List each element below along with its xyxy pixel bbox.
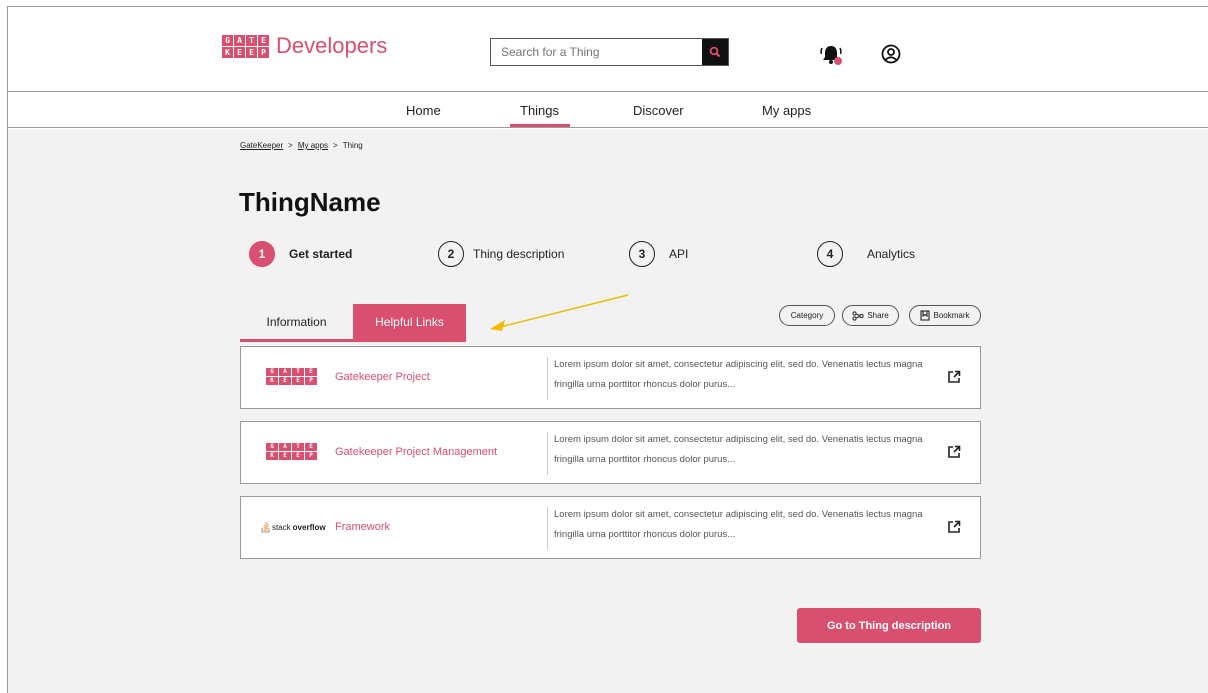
logo-letter: E [305, 443, 317, 451]
stackoverflow-text-bold: overflow [292, 523, 326, 532]
logo-letter: T [246, 34, 257, 46]
step-api[interactable]: 3 API [629, 241, 688, 267]
link-description: Lorem ipsum dolor sit amet, consectetur … [554, 359, 923, 390]
app-frame: G A T E K E E P Developers Search for a … [7, 6, 1208, 693]
breadcrumb-separator: > [333, 141, 338, 150]
stackoverflow-text-light: stack [272, 523, 291, 532]
external-link-icon[interactable] [946, 369, 962, 385]
card-divider [547, 357, 548, 400]
bell-icon[interactable] [818, 42, 844, 68]
brand-title: Developers [276, 33, 388, 58]
breadcrumb-gatekeeper[interactable]: GateKeeper [240, 141, 283, 150]
logo-letter: P [258, 46, 269, 58]
card-divider [547, 432, 548, 475]
step-label: Get started [289, 247, 353, 261]
stackoverflow-mark-icon [261, 522, 270, 533]
external-link-icon[interactable] [946, 519, 962, 535]
breadcrumb-separator: > [288, 141, 293, 150]
logo-letter: E [292, 377, 304, 385]
logo-letter: T [292, 443, 304, 451]
logo-letter: G [222, 34, 233, 46]
step-label: Analytics [867, 247, 916, 261]
step-number: 4 [817, 241, 843, 267]
logo-letter: G [266, 368, 278, 376]
category-button[interactable]: Category [779, 305, 835, 326]
share-icon [852, 310, 864, 321]
breadcrumb-current: Thing [342, 141, 363, 150]
logo-letter: E [279, 452, 291, 460]
logo-letter: P [305, 377, 317, 385]
logo-letter: E [246, 46, 257, 58]
step-label: Thing description [473, 247, 565, 261]
search-icon [709, 46, 721, 58]
step-label: API [669, 247, 689, 261]
link-description: Lorem ipsum dolor sit amet, consectetur … [554, 434, 923, 465]
logo-letter: E [279, 377, 291, 385]
tab-underline [240, 339, 466, 342]
step-get-started[interactable]: 1 Get started [249, 241, 352, 267]
step-thing-description[interactable]: 2 Thing description [438, 241, 564, 267]
search-button[interactable] [702, 39, 728, 65]
brand-logo[interactable]: G A T E K E E P Developers [222, 33, 387, 59]
logo-letter: E [234, 46, 245, 58]
step-number: 2 [438, 241, 464, 267]
link-title[interactable]: Gatekeeper Project [335, 371, 430, 383]
share-label: Share [867, 311, 889, 320]
nav-item-home[interactable]: Home [406, 103, 441, 118]
link-card[interactable]: G A T E K E E P Gatekeeper Project Manag… [240, 421, 981, 484]
main-nav: Home Things Discover My apps [8, 93, 1208, 128]
logo-letter: A [279, 368, 291, 376]
nav-active-indicator [510, 124, 570, 127]
logo-letter: E [305, 368, 317, 376]
step-number: 3 [629, 241, 655, 267]
tab-information[interactable]: Information [240, 304, 353, 339]
gatekeeper-logo-icon: G A T E K E E P [266, 443, 317, 460]
category-label: Category [790, 311, 824, 320]
main-content: GateKeeper > My apps > Thing ThingName 1 Get… [8, 129, 1208, 693]
header: G A T E K E E P Developers [8, 7, 1208, 92]
logo-letter: K [222, 46, 233, 58]
breadcrumb-my-apps[interactable]: My apps [298, 141, 328, 150]
logo-letter: A [279, 443, 291, 451]
tab-helpful-links[interactable]: Helpful Links [353, 304, 466, 339]
gatekeeper-logo-icon: G A T E K E E P [266, 368, 317, 385]
card-divider [547, 507, 548, 550]
nav-item-my-apps[interactable]: My apps [762, 103, 811, 118]
nav-item-discover[interactable]: Discover [633, 103, 684, 118]
logo-letter: E [258, 34, 269, 46]
link-title[interactable]: Gatekeeper Project Management [335, 446, 497, 458]
logo-letter: T [292, 368, 304, 376]
gatekeeper-logo-icon: G A T E K E E P [222, 34, 269, 58]
stackoverflow-logo-icon: stack overflow [261, 519, 326, 533]
breadcrumb: GateKeeper > My apps > Thing [240, 141, 363, 150]
go-to-thing-description-button[interactable]: Go to Thing description [797, 608, 981, 643]
step-number: 1 [249, 241, 275, 267]
nav-item-things[interactable]: Things [520, 103, 559, 118]
user-icon[interactable] [880, 43, 902, 65]
logo-letter: P [305, 452, 317, 460]
logo-letter: A [234, 34, 245, 46]
share-button[interactable]: Share [842, 305, 899, 326]
external-link-icon[interactable] [946, 444, 962, 460]
step-analytics[interactable]: 4 Analytics [817, 241, 915, 267]
logo-letter: E [292, 452, 304, 460]
link-card[interactable]: stack overflow Framework Lorem ipsum dolo… [240, 496, 981, 559]
page-title: ThingName [239, 187, 381, 217]
logo-letter: K [266, 452, 278, 460]
link-card[interactable]: G A T E K E E P Gatekeeper Project Lorem… [240, 346, 981, 409]
search-input[interactable] [491, 39, 702, 65]
logo-letter: G [266, 443, 278, 451]
annotation-arrow-icon [490, 294, 629, 331]
bookmark-label: Bookmark [933, 311, 970, 320]
logo-letter: K [266, 377, 278, 385]
bookmark-icon [920, 310, 931, 321]
link-description: Lorem ipsum dolor sit amet, consectetur … [554, 509, 923, 540]
link-title[interactable]: Framework [335, 521, 390, 533]
bookmark-button[interactable]: Bookmark [909, 305, 981, 326]
search-bar [490, 38, 729, 66]
